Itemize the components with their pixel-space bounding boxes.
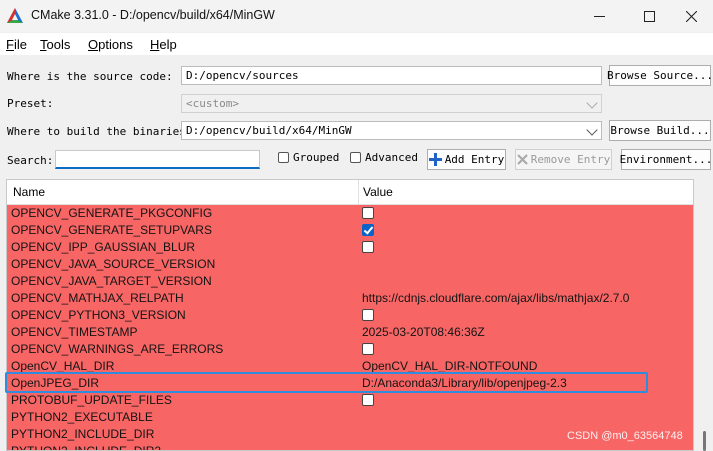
- variable-value[interactable]: https://cdnjs.cloudflare.com/ajax/libs/m…: [362, 291, 629, 305]
- plus-icon: [428, 153, 442, 166]
- advanced-checkbox-box[interactable]: [350, 152, 361, 163]
- grouped-checkbox-box[interactable]: [278, 152, 289, 163]
- unchecked-checkbox[interactable]: [362, 241, 374, 253]
- window-title: CMake 3.31.0 - D:/opencv/build/x64/MinGW: [31, 8, 275, 22]
- scrollbar-thumb[interactable]: [703, 431, 706, 451]
- chevron-down-icon: [586, 124, 598, 136]
- maximize-button[interactable]: [626, 0, 672, 32]
- vertical-scrollbar[interactable]: [697, 179, 713, 451]
- build-path-dropdown[interactable]: D:/opencv/build/x64/MinGW: [181, 121, 602, 140]
- variable-name: OPENCV_PYTHON3_VERSION: [11, 308, 186, 322]
- remove-entry-button[interactable]: Remove Entry: [515, 149, 612, 170]
- close-button[interactable]: [668, 0, 713, 32]
- close-icon: [685, 10, 697, 22]
- grouped-checkbox[interactable]: Grouped: [278, 151, 339, 164]
- variable-name: OPENCV_GENERATE_SETUPVARS: [11, 223, 212, 237]
- checked-checkbox[interactable]: [362, 224, 374, 236]
- browse-source-button[interactable]: Browse Source...: [607, 65, 713, 86]
- unchecked-checkbox[interactable]: [362, 309, 374, 321]
- maximize-icon: [643, 10, 655, 22]
- unchecked-checkbox[interactable]: [362, 207, 374, 219]
- table-row[interactable]: PYTHON2_INCLUDE_DIR2: [7, 443, 693, 451]
- column-header-value[interactable]: Value: [363, 185, 393, 199]
- table-row[interactable]: OPENCV_TIMESTAMP 2025-03-20T08:46:36Z: [7, 324, 693, 341]
- table-row[interactable]: PYTHON2_EXECUTABLE: [7, 409, 693, 426]
- variable-name: OpenCV_HAL_DIR: [11, 359, 115, 373]
- variable-name: OPENCV_GENERATE_PKGCONFIG: [11, 206, 213, 220]
- table-row[interactable]: OPENCV_PYTHON3_VERSION: [7, 307, 693, 324]
- cmake-logo-icon: [7, 8, 23, 23]
- variable-name: PROTOBUF_UPDATE_FILES: [11, 393, 172, 407]
- table-row[interactable]: OPENCV_IPP_GAUSSIAN_BLUR: [7, 239, 693, 256]
- minimize-icon: [593, 15, 605, 17]
- variable-name: OPENCV_MATHJAX_RELPATH: [11, 291, 184, 305]
- source-path-field[interactable]: D:/opencv/sources: [181, 66, 602, 85]
- environment-button[interactable]: Environment...: [620, 149, 712, 170]
- unchecked-checkbox[interactable]: [362, 394, 374, 406]
- table-body: OPENCV_GENERATE_PKGCONFIG OPENCV_GENERATE…: [7, 205, 693, 451]
- variable-name: PYTHON2_INCLUDE_DIR2: [11, 444, 162, 451]
- browse-build-button[interactable]: Browse Build...: [609, 120, 711, 141]
- table-row[interactable]: OpenCV_HAL_DIR OpenCV_HAL_DIR-NOTFOUND: [7, 358, 693, 375]
- column-divider[interactable]: [358, 180, 359, 204]
- variable-value[interactable]: 2025-03-20T08:46:36Z: [362, 325, 485, 339]
- table-row[interactable]: OPENCV_JAVA_TARGET_VERSION: [7, 273, 693, 290]
- title-bar[interactable]: CMake 3.31.0 - D:/opencv/build/x64/MinGW: [0, 0, 713, 32]
- variable-value[interactable]: OpenCV_HAL_DIR-NOTFOUND: [362, 359, 537, 373]
- watermark: CSDN @m0_63564748: [567, 430, 683, 442]
- variable-name: OpenJPEG_DIR: [11, 376, 100, 390]
- search-label: Search:: [7, 154, 54, 167]
- minimize-button[interactable]: [576, 0, 622, 32]
- add-entry-button[interactable]: Add Entry: [427, 149, 506, 170]
- table-row[interactable]: OPENCV_GENERATE_PKGCONFIG: [7, 205, 693, 222]
- preset-label: Preset:: [7, 97, 54, 110]
- advanced-checkbox[interactable]: Advanced: [350, 151, 418, 164]
- variable-name: PYTHON2_INCLUDE_DIR: [11, 427, 155, 441]
- search-input[interactable]: [55, 150, 260, 169]
- variable-name: OPENCV_TIMESTAMP: [11, 325, 138, 339]
- table-row[interactable]: PROTOBUF_UPDATE_FILES: [7, 392, 693, 409]
- table-row[interactable]: OPENCV_JAVA_SOURCE_VERSION: [7, 256, 693, 273]
- cache-variables-table: Name Value OPENCV_GENERATE_PKGCONFIG OPEN…: [6, 179, 694, 451]
- variable-value[interactable]: D:/Anaconda3/Library/lib/openjpeg-2.3: [362, 376, 567, 390]
- source-label: Where is the source code:: [7, 70, 173, 83]
- variable-name: PYTHON2_EXECUTABLE: [11, 410, 153, 424]
- table-header: Name Value: [7, 180, 693, 205]
- build-label: Where to build the binaries:: [7, 125, 193, 138]
- remove-x-icon: [516, 154, 528, 165]
- menu-tools[interactable]: Tools: [40, 37, 70, 52]
- preset-dropdown[interactable]: <custom>: [181, 94, 602, 113]
- table-row[interactable]: OPENCV_WARNINGS_ARE_ERRORS: [7, 341, 693, 358]
- table-row[interactable]: OpenJPEG_DIR D:/Anaconda3/Library/lib/ope…: [7, 375, 693, 392]
- variable-name: OPENCV_WARNINGS_ARE_ERRORS: [11, 342, 224, 356]
- variable-name: OPENCV_JAVA_TARGET_VERSION: [11, 274, 212, 288]
- menu-file[interactable]: File: [6, 37, 27, 52]
- chevron-down-icon: [586, 97, 598, 109]
- table-row[interactable]: OPENCV_MATHJAX_RELPATH https://cdnjs.clou…: [7, 290, 693, 307]
- unchecked-checkbox[interactable]: [362, 343, 374, 355]
- menu-help[interactable]: Help: [150, 37, 177, 52]
- table-row[interactable]: OPENCV_GENERATE_SETUPVARS: [7, 222, 693, 239]
- menu-options[interactable]: Options: [88, 37, 133, 52]
- variable-name: OPENCV_IPP_GAUSSIAN_BLUR: [11, 240, 196, 254]
- variable-name: OPENCV_JAVA_SOURCE_VERSION: [11, 257, 216, 271]
- menu-bar: File Tools Options Help: [0, 33, 713, 55]
- column-header-name[interactable]: Name: [13, 185, 45, 199]
